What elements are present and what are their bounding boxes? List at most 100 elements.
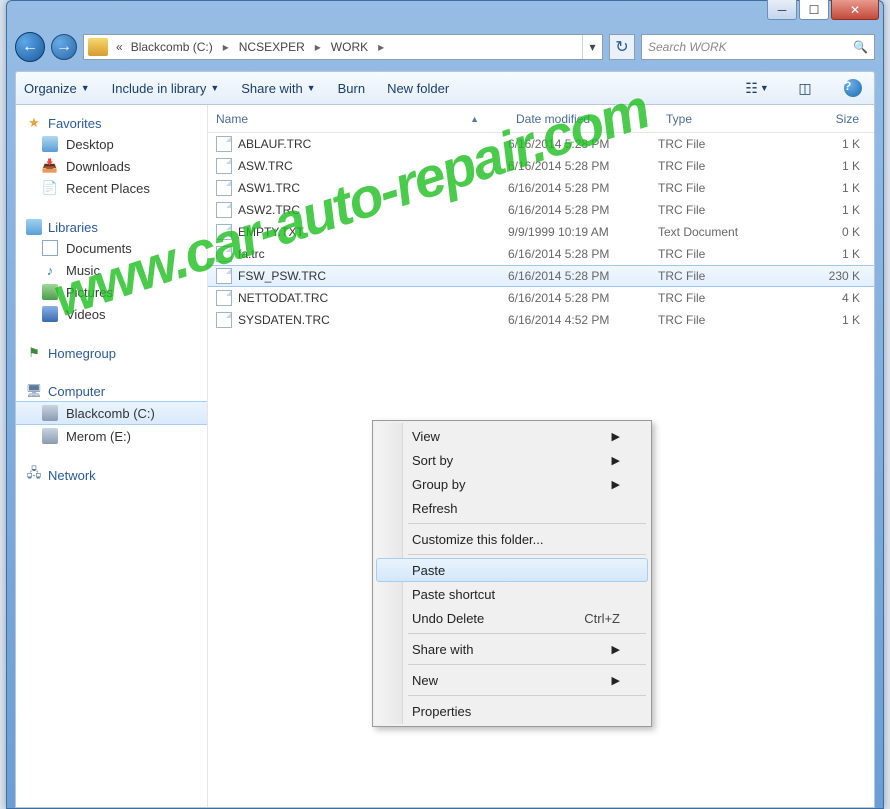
favorites-header[interactable]: ★Favorites [16, 113, 207, 133]
address-dropdown[interactable]: ▾ [582, 35, 602, 59]
homegroup-header[interactable]: ⚑Homegroup [16, 343, 207, 363]
file-row[interactable]: ASW1.TRC6/16/2014 5:28 PMTRC File1 K [208, 177, 874, 199]
sidebar-item-drive-c[interactable]: Blackcomb (C:) [16, 401, 207, 425]
file-icon [216, 202, 232, 218]
menu-paste-shortcut[interactable]: Paste shortcut [376, 582, 648, 606]
file-row[interactable]: SYSDATEN.TRC6/16/2014 4:52 PMTRC File1 K [208, 309, 874, 331]
file-row[interactable]: ASW.TRC6/16/2014 5:28 PMTRC File1 K [208, 155, 874, 177]
col-date[interactable]: Date modified [508, 112, 658, 126]
file-type: TRC File [658, 291, 798, 305]
file-size: 1 K [798, 181, 874, 195]
col-type[interactable]: Type [658, 112, 798, 126]
menu-separator [408, 695, 646, 696]
file-size: 1 K [798, 159, 874, 173]
computer-header[interactable]: 🖥Computer [16, 381, 207, 401]
nav-pane: ★Favorites Desktop 📥Downloads 📄Recent Pl… [16, 105, 208, 807]
music-icon: ♪ [42, 262, 58, 278]
file-name: fa.trc [238, 247, 265, 261]
libraries-header[interactable]: Libraries [16, 217, 207, 237]
file-row[interactable]: EMPTY.TXT9/9/1999 10:19 AMText Document0… [208, 221, 874, 243]
sidebar-item-desktop[interactable]: Desktop [16, 133, 207, 155]
file-row[interactable]: ABLAUF.TRC6/16/2014 5:28 PMTRC File1 K [208, 133, 874, 155]
menu-groupby[interactable]: Group by▶ [376, 472, 648, 496]
file-size: 1 K [798, 247, 874, 261]
menu-view[interactable]: View▶ [376, 424, 648, 448]
folder-icon [88, 38, 108, 56]
sidebar-item-pictures[interactable]: Pictures [16, 281, 207, 303]
sort-asc-icon: ▲ [470, 114, 479, 124]
file-icon [216, 312, 232, 328]
breadcrumb-seg[interactable]: NCSEXPER [235, 40, 309, 54]
menu-sharewith[interactable]: Share with▶ [376, 637, 648, 661]
preview-pane-button[interactable]: ◫ [792, 77, 818, 99]
sidebar-item-videos[interactable]: Videos [16, 303, 207, 325]
breadcrumb-seg[interactable]: Blackcomb (C:) [127, 40, 217, 54]
submenu-arrow-icon: ▶ [612, 430, 620, 443]
menu-customize[interactable]: Customize this folder... [376, 527, 648, 551]
breadcrumb-seg[interactable]: WORK [327, 40, 372, 54]
menu-refresh[interactable]: Refresh [376, 496, 648, 520]
file-row[interactable]: FSW_PSW.TRC6/16/2014 5:28 PMTRC File230 … [208, 265, 874, 287]
pictures-icon [42, 284, 58, 300]
network-header[interactable]: 🖧Network [16, 465, 207, 485]
computer-icon: 🖥 [26, 383, 42, 399]
file-size: 0 K [798, 225, 874, 239]
view-options-button[interactable]: ☷▼ [744, 77, 770, 99]
breadcrumb-prefix: « [112, 40, 127, 54]
menu-paste[interactable]: Paste [376, 558, 648, 582]
menu-undo-delete[interactable]: Undo DeleteCtrl+Z [376, 606, 648, 630]
menu-separator [408, 523, 646, 524]
file-row[interactable]: NETTODAT.TRC6/16/2014 5:28 PMTRC File4 K [208, 287, 874, 309]
file-date: 6/16/2014 5:28 PM [508, 159, 658, 173]
file-size: 1 K [798, 137, 874, 151]
sidebar-item-documents[interactable]: Documents [16, 237, 207, 259]
homegroup-icon: ⚑ [26, 345, 42, 361]
burn-button[interactable]: Burn [338, 81, 365, 96]
share-with-button[interactable]: Share with▼ [241, 81, 315, 96]
file-date: 6/16/2014 4:52 PM [508, 313, 658, 327]
new-folder-button[interactable]: New folder [387, 81, 449, 96]
videos-icon [42, 306, 58, 322]
col-size[interactable]: Size [798, 112, 874, 126]
menu-sortby[interactable]: Sort by▶ [376, 448, 648, 472]
chevron-right-icon[interactable]: ▸ [372, 40, 390, 54]
menu-separator [408, 633, 646, 634]
back-button[interactable]: ← [15, 32, 45, 62]
menu-new[interactable]: New▶ [376, 668, 648, 692]
sidebar-item-music[interactable]: ♪Music [16, 259, 207, 281]
search-input[interactable]: Search WORK 🔍 [641, 34, 875, 60]
chevron-right-icon[interactable]: ▸ [217, 40, 235, 54]
include-in-library-button[interactable]: Include in library▼ [112, 81, 220, 96]
file-size: 1 K [798, 313, 874, 327]
file-name: NETTODAT.TRC [238, 291, 328, 305]
refresh-button[interactable]: ↻ [609, 34, 635, 60]
file-date: 9/9/1999 10:19 AM [508, 225, 658, 239]
sidebar-item-recent[interactable]: 📄Recent Places [16, 177, 207, 199]
file-size: 230 K [798, 269, 874, 283]
file-size: 4 K [798, 291, 874, 305]
file-name: SYSDATEN.TRC [238, 313, 330, 327]
file-type: Text Document [658, 225, 798, 239]
file-icon [216, 224, 232, 240]
titlebar: ─ ☐ ✕ [7, 1, 883, 29]
address-bar[interactable]: « Blackcomb (C:) ▸ NCSEXPER ▸ WORK ▸ ▾ [83, 34, 603, 60]
close-button[interactable]: ✕ [831, 0, 879, 20]
file-name: ABLAUF.TRC [238, 137, 311, 151]
file-row[interactable]: ASW2.TRC6/16/2014 5:28 PMTRC File1 K [208, 199, 874, 221]
file-date: 6/16/2014 5:28 PM [508, 247, 658, 261]
recent-icon: 📄 [42, 180, 58, 196]
sidebar-item-downloads[interactable]: 📥Downloads [16, 155, 207, 177]
sidebar-item-drive-e[interactable]: Merom (E:) [16, 425, 207, 447]
help-button[interactable]: ? [840, 77, 866, 99]
star-icon: ★ [26, 115, 42, 131]
file-type: TRC File [658, 247, 798, 261]
minimize-button[interactable]: ─ [767, 0, 797, 20]
forward-button[interactable]: → [51, 34, 77, 60]
drive-icon [42, 428, 58, 444]
file-row[interactable]: fa.trc 6/16/2014 5:28 PMTRC File1 K [208, 243, 874, 265]
chevron-right-icon[interactable]: ▸ [309, 40, 327, 54]
maximize-button[interactable]: ☐ [799, 0, 829, 20]
menu-properties[interactable]: Properties [376, 699, 648, 723]
organize-button[interactable]: Organize▼ [24, 81, 90, 96]
col-name[interactable]: Name▲ [208, 112, 508, 126]
